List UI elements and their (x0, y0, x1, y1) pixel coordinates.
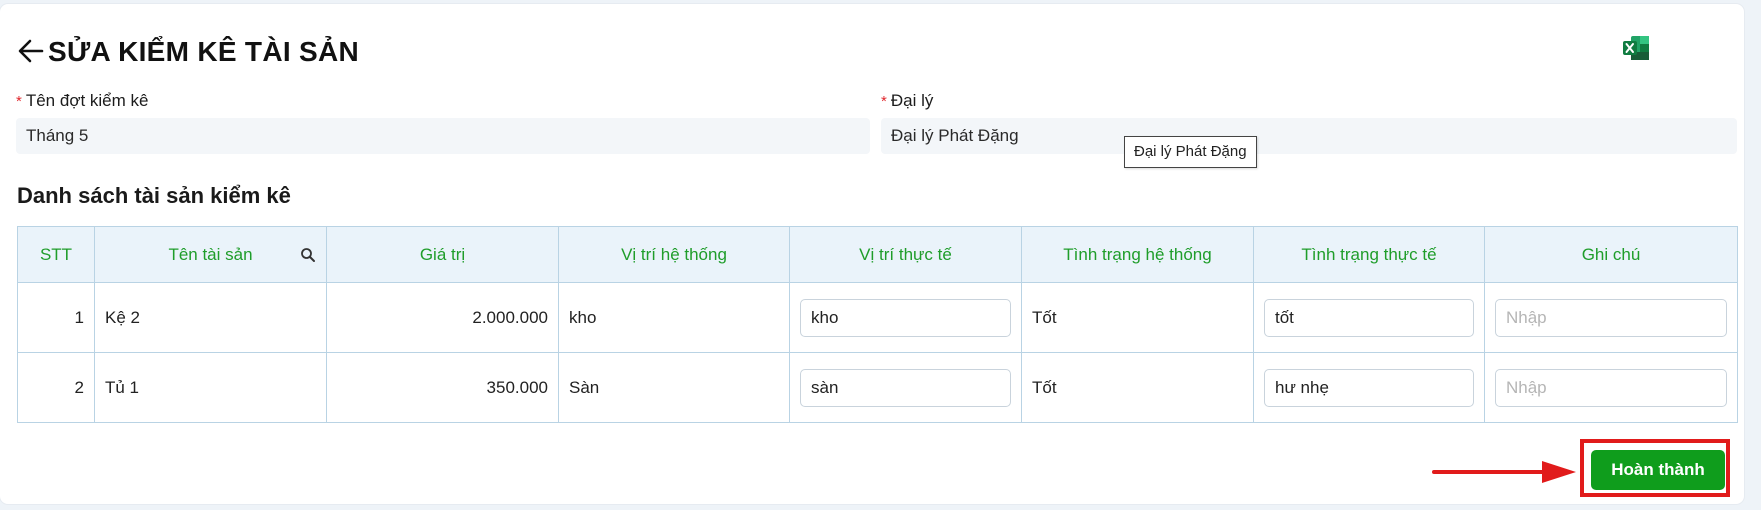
agency-label: * Đại lý (881, 90, 933, 113)
cell-asset-name: Tủ 1 (94, 352, 327, 423)
col-header-system-status: Tình trạng hệ thống (1021, 226, 1254, 283)
col-header-actual-status: Tình trạng thực tế (1253, 226, 1485, 283)
table-row: 2 Tủ 1 350.000 Sàn Tốt (17, 352, 1738, 423)
batch-label-text: Tên đợt kiểm kê (25, 91, 149, 110)
cell-stt: 1 (17, 282, 95, 353)
col-header-value: Giá trị (326, 226, 559, 283)
agency-field[interactable]: Đại lý Phát Đặng (881, 118, 1737, 154)
asset-table: STT Tên tài sản Giá trị Vị trí hệ thống … (17, 226, 1738, 423)
cell-actual-location (789, 282, 1022, 353)
actual-location-input[interactable] (800, 368, 1011, 407)
excel-icon[interactable] (1622, 35, 1650, 61)
batch-name-label: * Tên đợt kiểm kê (16, 90, 148, 113)
page-card: SỬA KIỂM KÊ TÀI SẢN * Tên đợt kiểm kê Thá… (0, 4, 1744, 504)
cell-actual-location (789, 352, 1022, 423)
agency-tooltip: Đại lý Phát Đặng (1124, 136, 1257, 168)
cell-note (1484, 352, 1738, 423)
table-header-row: STT Tên tài sản Giá trị Vị trí hệ thống … (17, 226, 1738, 283)
cell-system-location: Sàn (558, 352, 790, 423)
agency-label-text: Đại lý (890, 91, 934, 110)
cell-value: 2.000.000 (326, 282, 559, 353)
col-header-system-location: Vị trí hệ thống (558, 226, 790, 283)
note-input[interactable] (1495, 298, 1727, 337)
asset-list-title: Danh sách tài sản kiểm kê (17, 183, 291, 208)
required-mark: * (16, 93, 22, 110)
table-row: 1 Kệ 2 2.000.000 kho Tốt (17, 282, 1738, 353)
cell-asset-name: Kệ 2 (94, 282, 327, 353)
cell-system-status: Tốt (1021, 282, 1254, 353)
cell-system-location: kho (558, 282, 790, 353)
actual-status-input[interactable] (1264, 298, 1474, 337)
col-header-asset-name[interactable]: Tên tài sản (94, 226, 327, 283)
col-header-note: Ghi chú (1484, 226, 1738, 283)
cell-actual-status (1253, 282, 1485, 353)
col-header-stt: STT (17, 226, 95, 283)
note-input[interactable] (1495, 368, 1727, 407)
col-header-asset-name-label: Tên tài sản (168, 244, 253, 264)
cell-system-status: Tốt (1021, 352, 1254, 423)
col-header-actual-location: Vị trí thực tế (789, 226, 1022, 283)
cell-actual-status (1253, 352, 1485, 423)
actual-status-input[interactable] (1264, 368, 1474, 407)
back-arrow-icon[interactable] (16, 34, 46, 68)
batch-name-field[interactable]: Tháng 5 (16, 118, 870, 154)
page-title: SỬA KIỂM KÊ TÀI SẢN (48, 36, 360, 67)
search-icon[interactable] (300, 247, 316, 263)
actual-location-input[interactable] (800, 298, 1011, 337)
cell-note (1484, 282, 1738, 353)
cell-stt: 2 (17, 352, 95, 423)
done-button[interactable]: Hoàn thành (1591, 450, 1725, 490)
annotation-arrow-icon (1430, 459, 1580, 489)
required-mark: * (881, 93, 887, 110)
cell-value: 350.000 (326, 352, 559, 423)
